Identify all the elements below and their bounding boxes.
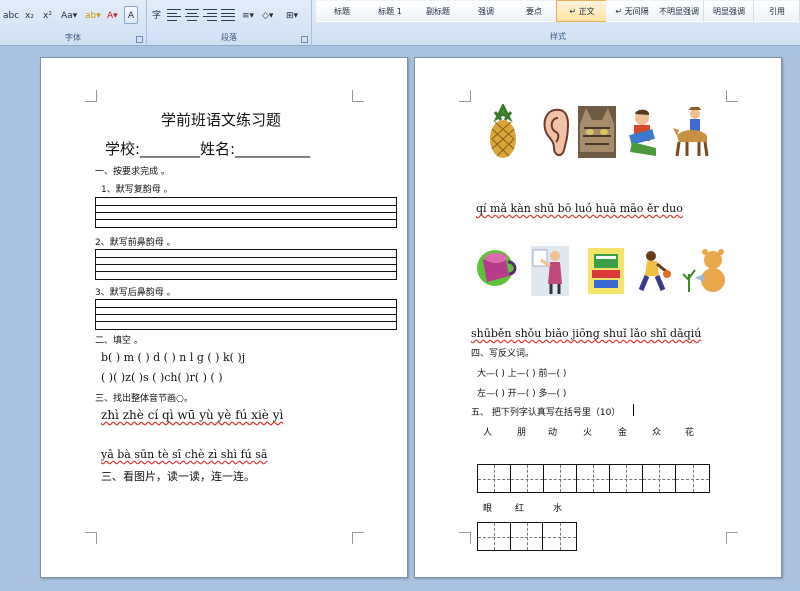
char-zhong: 众	[652, 428, 662, 438]
crop-mark	[726, 90, 738, 102]
grid-cell[interactable]	[610, 465, 643, 492]
enclose-character-button[interactable]: 字	[149, 6, 164, 24]
align-right-icon[interactable]	[203, 9, 217, 21]
align-center-icon[interactable]	[185, 9, 199, 21]
style-title[interactable]: 标题	[316, 0, 368, 22]
teacher-icon	[531, 246, 569, 296]
grid-cell[interactable]	[676, 465, 709, 492]
ribbon: abc x₂ x² Aa▾ ab▾ A▾ A 字体 字 ≡▾ ◇▾ ⊞▾ 段落 …	[0, 0, 800, 46]
font-group: abc x₂ x² Aa▾ ab▾ A▾ A 字体	[0, 0, 147, 46]
style-emphasis[interactable]: 强调	[460, 0, 512, 22]
char-shui: 水	[553, 504, 563, 514]
char-dong: 动	[548, 428, 558, 438]
picture-pinyin-row-1: qí mǎ kàn shū bō luó huā māo ěr duo	[476, 202, 683, 215]
style-heading-1[interactable]: 标题 1	[364, 0, 416, 22]
char-huo: 火	[583, 428, 593, 438]
pineapple-icon	[490, 104, 516, 158]
grid-cell[interactable]	[478, 465, 511, 492]
writing-lines-1	[95, 197, 397, 228]
section-1-3-heading: 3、默写后鼻韵母 。	[95, 288, 176, 298]
char-hong: 红	[515, 504, 525, 514]
watering-bear-icon	[683, 249, 725, 292]
antonym-row-1: 大—( ) 上—( ) 前—( )	[477, 369, 567, 379]
reading-child-icon	[629, 109, 656, 156]
text-cursor	[633, 404, 634, 416]
page-title: 学前班语文练习题	[161, 111, 282, 129]
section-3-heading: 三、找出整体音节画○。	[95, 394, 193, 404]
shading-button[interactable]: ◇▾	[259, 6, 276, 24]
school-name-line: 学校:________姓名:__________	[105, 140, 311, 158]
crop-mark	[726, 532, 738, 544]
char-ren: 人	[483, 428, 493, 438]
section-1-2-heading: 2、默写前鼻韵母 。	[95, 238, 176, 248]
font-dialog-launcher-icon[interactable]	[136, 36, 143, 43]
antonym-row-2: 左—( ) 开—( ) 多—( )	[477, 389, 567, 399]
grid-cell[interactable]	[544, 465, 577, 492]
styles-group: 标题 标题 1 副标题 强调 要点 ↵ 正文 ↵ 无间隔 不明显强调 明显强调 …	[316, 0, 800, 46]
align-left-icon[interactable]	[167, 9, 181, 21]
crop-mark	[352, 532, 364, 544]
tianzige-grid-2[interactable]	[477, 522, 577, 551]
char-yan: 眼	[483, 504, 493, 514]
ear-icon	[543, 108, 570, 156]
grid-cell[interactable]	[543, 523, 576, 550]
crop-mark	[352, 90, 364, 102]
section-3b-heading: 三、看图片，读一读，连一连。	[101, 470, 255, 483]
style-quote[interactable]: 引用	[754, 0, 800, 22]
crop-mark	[85, 532, 97, 544]
fill-blank-row-1: b( ) m ( ) d ( ) n l g ( ) k( )j	[101, 351, 246, 364]
section-2-heading: 二、填空 。	[95, 336, 143, 346]
horse-rider-icon	[673, 107, 709, 157]
styles-group-label: 样式	[550, 32, 566, 41]
section-5-heading: 五、 把下列字认真写在括号里（10）	[471, 408, 621, 418]
left-page[interactable]: 学前班语文练习题 学校:________姓名:__________ 一、按要求完…	[40, 57, 408, 578]
highlight-color-button[interactable]: ab▾	[82, 6, 104, 24]
change-case-button[interactable]: Aa▾	[58, 6, 80, 24]
line-spacing-button[interactable]: ≡▾	[239, 6, 257, 24]
paragraph-group-label: 段落	[221, 33, 237, 42]
tianzige-grid-1[interactable]	[477, 464, 710, 493]
style-no-spacing[interactable]: ↵ 无间隔	[606, 0, 658, 22]
grid-cell[interactable]	[577, 465, 610, 492]
char-jin: 金	[618, 428, 628, 438]
style-intense-emphasis[interactable]: 明显强调	[704, 0, 754, 22]
picture-pinyin-row-2: shūběn shǒu biǎo jiōng shuǐ lǎo shī dǎqi…	[471, 327, 702, 340]
writing-lines-2	[95, 249, 397, 280]
cup-icon	[477, 250, 517, 286]
fill-blank-row-2: ( )( )z( )s ( )ch( )r( ) ( )	[101, 371, 223, 384]
char-peng: 朋	[517, 428, 527, 438]
grid-cell[interactable]	[511, 465, 544, 492]
style-subtle-emphasis[interactable]: 不明显强调	[654, 0, 704, 22]
writing-lines-3	[95, 299, 397, 330]
justify-icon[interactable]	[221, 9, 235, 21]
basketball-player-icon	[638, 251, 671, 291]
strikethrough-button[interactable]: abc	[0, 6, 22, 24]
char-hua: 花	[685, 428, 695, 438]
grid-cell[interactable]	[510, 523, 544, 550]
style-normal[interactable]: ↵ 正文	[556, 0, 608, 22]
borders-button[interactable]: ⊞▾	[283, 6, 301, 24]
section-4-heading: 四、写反义词。	[471, 349, 535, 359]
crop-mark	[85, 90, 97, 102]
paragraph-group: 字 ≡▾ ◇▾ ⊞▾ 段落	[147, 0, 312, 46]
grid-cell[interactable]	[643, 465, 676, 492]
pinyin-row-2: yā bà sūn tè sī chè zì shì fú sā	[101, 448, 268, 461]
cat-icon	[578, 106, 616, 158]
style-subtitle[interactable]: 副标题	[412, 0, 464, 22]
books-icon	[588, 248, 624, 294]
crop-mark	[459, 532, 471, 544]
superscript-button[interactable]: x²	[40, 6, 55, 24]
paragraph-dialog-launcher-icon[interactable]	[301, 36, 308, 43]
subscript-button[interactable]: x₂	[22, 6, 37, 24]
crop-mark	[459, 90, 471, 102]
section-1-heading: 一、按要求完成 。	[95, 167, 170, 177]
font-color-button[interactable]: A▾	[104, 6, 121, 24]
grid-cell[interactable]	[478, 523, 511, 550]
font-group-label: 字体	[65, 33, 81, 42]
style-strong[interactable]: 要点	[508, 0, 560, 22]
right-page[interactable]: qí mǎ kàn shū bō luó huā māo ěr duo shūb…	[414, 57, 782, 578]
pinyin-row-1: zhì zhè cí qì wū yù yè fú xiè yì	[101, 408, 284, 422]
section-1-1-heading: 1、默写复韵母 。	[101, 185, 173, 195]
character-shading-button[interactable]: A	[124, 6, 138, 24]
